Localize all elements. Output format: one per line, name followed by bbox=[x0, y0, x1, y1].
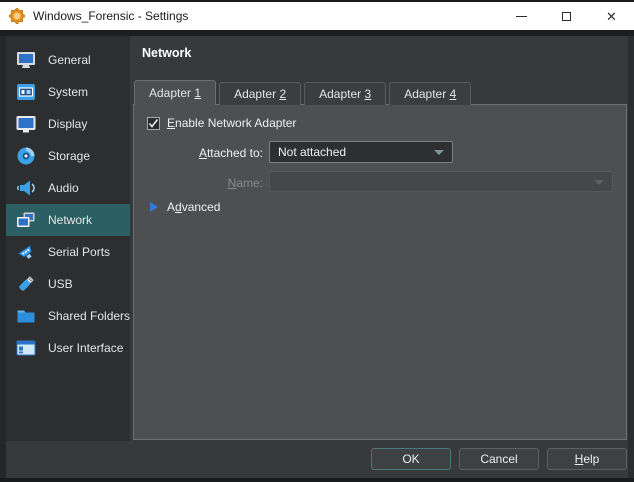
attached-to-value: Not attached bbox=[278, 145, 347, 159]
settings-window: Windows_Forensic - Settings ✕ General Sy… bbox=[0, 0, 634, 482]
sidebar-item-label: Network bbox=[48, 213, 93, 227]
maximize-button[interactable] bbox=[544, 2, 589, 30]
sidebar-item-network[interactable]: Network bbox=[6, 204, 130, 236]
cancel-button[interactable]: Cancel bbox=[459, 448, 539, 470]
close-icon: ✕ bbox=[606, 8, 617, 24]
advanced-expander[interactable]: Advanced bbox=[150, 200, 220, 214]
sidebar-item-shared-folders[interactable]: Shared Folders bbox=[6, 300, 130, 332]
settings-sidebar: General System Display Storage Audio Net… bbox=[6, 36, 130, 441]
sidebar-item-serial-ports[interactable]: Serial Ports bbox=[6, 236, 130, 268]
help-button[interactable]: Help bbox=[547, 448, 627, 470]
checkbox-checked-icon bbox=[147, 116, 160, 130]
sidebar-item-display[interactable]: Display bbox=[6, 108, 130, 140]
minimize-icon bbox=[516, 15, 527, 17]
tab-adapter-1[interactable]: Adapter 1 bbox=[134, 80, 217, 105]
system-chipset-icon bbox=[14, 80, 38, 104]
sidebar-item-usb[interactable]: USB bbox=[6, 268, 130, 300]
chevron-down-icon bbox=[594, 179, 604, 185]
enable-network-adapter-checkbox[interactable]: Enable Network Adapter bbox=[147, 116, 296, 130]
frame-right bbox=[628, 36, 634, 482]
window-title: Windows_Forensic - Settings bbox=[33, 9, 189, 23]
user-interface-icon bbox=[14, 336, 38, 360]
name-dropdown-disabled bbox=[269, 171, 613, 192]
expander-arrow-icon bbox=[150, 202, 158, 212]
sidebar-item-label: General bbox=[48, 53, 91, 67]
titlebar: Windows_Forensic - Settings ✕ bbox=[0, 0, 634, 30]
sidebar-item-user-interface[interactable]: User Interface bbox=[6, 332, 130, 364]
sidebar-item-general[interactable]: General bbox=[6, 44, 130, 76]
adapter-panel: Enable Network Adapter Attached to: Not … bbox=[133, 104, 627, 440]
chevron-down-icon bbox=[434, 150, 444, 155]
maximize-icon bbox=[562, 11, 571, 21]
tab-adapter-3[interactable]: Adapter 3 bbox=[304, 82, 387, 105]
name-label: Name: bbox=[227, 176, 263, 190]
sidebar-item-label: Display bbox=[48, 117, 88, 131]
minimize-button[interactable] bbox=[499, 2, 544, 30]
page-title: Network bbox=[142, 46, 192, 60]
usb-stick-icon bbox=[14, 272, 38, 296]
tab-adapter-2[interactable]: Adapter 2 bbox=[219, 82, 302, 105]
storage-disk-icon bbox=[14, 144, 38, 168]
attached-to-label: Attached to: bbox=[198, 146, 263, 160]
frame-bottom bbox=[0, 478, 634, 482]
window-controls: ✕ bbox=[499, 2, 634, 30]
shared-folder-icon bbox=[14, 304, 38, 328]
audio-speaker-icon bbox=[14, 176, 38, 200]
sidebar-item-storage[interactable]: Storage bbox=[6, 140, 130, 172]
sidebar-item-audio[interactable]: Audio bbox=[6, 172, 130, 204]
network-adapters-icon bbox=[14, 208, 38, 232]
sidebar-item-label: Audio bbox=[48, 181, 79, 195]
sidebar-item-label: User Interface bbox=[48, 341, 124, 355]
serial-port-icon bbox=[14, 240, 38, 264]
sidebar-item-label: Serial Ports bbox=[48, 245, 111, 259]
sidebar-item-label: System bbox=[48, 85, 89, 99]
tab-adapter-4[interactable]: Adapter 4 bbox=[389, 82, 472, 105]
sidebar-item-label: USB bbox=[48, 277, 73, 291]
virtualbox-settings-gear-icon bbox=[9, 8, 25, 24]
sidebar-item-label: Storage bbox=[48, 149, 91, 163]
general-monitor-icon bbox=[14, 48, 38, 72]
sidebar-item-label: Shared Folders bbox=[48, 309, 131, 323]
attached-to-dropdown[interactable]: Not attached bbox=[269, 141, 453, 163]
adapter-tabbar: Adapter 1 Adapter 2 Adapter 3 Adapter 4 bbox=[134, 80, 472, 105]
sidebar-item-system[interactable]: System bbox=[6, 76, 130, 108]
advanced-label: Advanced bbox=[167, 200, 221, 214]
enable-network-adapter-label: Enable Network Adapter bbox=[167, 116, 297, 130]
ok-button[interactable]: OK bbox=[371, 448, 451, 470]
close-button[interactable]: ✕ bbox=[589, 2, 634, 30]
display-monitor-icon bbox=[14, 112, 38, 136]
